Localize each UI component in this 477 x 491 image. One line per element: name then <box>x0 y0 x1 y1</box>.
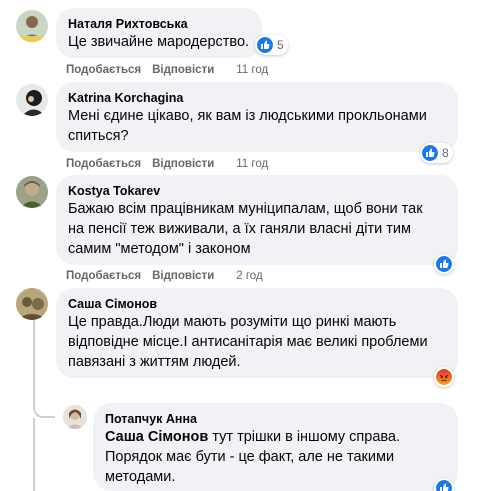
thread-line <box>33 320 35 386</box>
reply-button[interactable]: Відповісти <box>152 64 214 76</box>
comment-text: методами. <box>105 469 176 485</box>
like-button[interactable]: Подобається <box>66 64 141 76</box>
angry-icon <box>436 369 452 385</box>
reaction-summary[interactable] <box>434 478 454 491</box>
comment-text: Порядок має бути - це факт, але не таким… <box>105 449 395 465</box>
like-button[interactable]: Подобається <box>66 270 141 282</box>
timestamp[interactable]: 2 год <box>236 270 262 282</box>
reaction-summary[interactable]: 5 <box>255 35 288 55</box>
like-icon <box>257 37 273 53</box>
reaction-summary[interactable] <box>434 254 454 274</box>
timestamp[interactable]: 11 год <box>236 158 268 170</box>
avatar[interactable] <box>16 288 48 320</box>
comment-text: Це звичайне мародерство. <box>68 34 250 50</box>
thread-line <box>33 418 35 491</box>
comment-author[interactable]: Наталя Рихтовська <box>68 16 250 32</box>
comment-author[interactable]: Kostya Tokarev <box>68 183 446 199</box>
reaction-summary[interactable] <box>434 367 454 387</box>
comment-author[interactable]: Потапчук Анна <box>105 411 446 427</box>
comment-text: Бажаю всім працівникам муніципалам, щоб … <box>68 201 423 217</box>
avatar[interactable] <box>16 10 48 42</box>
avatar[interactable] <box>16 176 48 208</box>
avatar[interactable] <box>16 84 48 116</box>
comment-text: відповідне місце.І антисанітарія має вел… <box>68 334 428 350</box>
like-button[interactable]: Подобається <box>66 158 141 170</box>
reply-button[interactable]: Відповісти <box>152 270 214 282</box>
comment-bubble: Наталя Рихтовська Це звичайне мародерств… <box>56 8 262 58</box>
comment-text: самим "методом" і законом <box>68 241 251 257</box>
reaction-count: 8 <box>442 146 449 160</box>
comment-actions: Подобається Відповісти 11 год <box>66 63 268 77</box>
comment-text: Саша Сімонов тут трішки в іншому справа. <box>105 427 446 447</box>
comment-actions: Подобається Відповісти 11 год <box>66 157 268 171</box>
comment-bubble: Потапчук Анна Саша Сімонов тут трішки в … <box>93 403 458 491</box>
comment-actions: Подобається Відповісти 2 год <box>66 269 263 283</box>
comment-text: Мені єдине цікаво, як вам із людськими п… <box>68 108 427 124</box>
mention-link[interactable]: Саша Сімонов <box>105 429 208 445</box>
comment-bubble: Саша Сімонов Це правда.Люди мають розумі… <box>56 288 458 378</box>
like-icon <box>422 145 438 161</box>
comment-bubble: Kostya Tokarev Бажаю всім працівникам му… <box>56 175 458 265</box>
reply-connector <box>33 384 55 418</box>
reply-button[interactable]: Відповісти <box>152 158 214 170</box>
comment-text-rest: тут трішки в іншому справа. <box>208 429 401 445</box>
comment-text: спиться? <box>68 128 129 144</box>
comment-text: на пенсії теж виживали, а їх ганяли влас… <box>68 221 411 237</box>
timestamp[interactable]: 11 год <box>236 64 268 76</box>
comment-author[interactable]: Саша Сімонов <box>68 296 446 312</box>
reaction-summary[interactable]: 8 <box>420 143 453 163</box>
comment-author[interactable]: Katrina Korchagina <box>68 90 446 106</box>
comment-text: павязані з життям людей. <box>68 354 241 370</box>
like-icon <box>436 256 452 272</box>
avatar[interactable] <box>63 405 87 429</box>
comment-text: Це правда.Люди мають розуміти що ринкі м… <box>68 314 397 330</box>
like-icon <box>436 480 452 491</box>
comment-bubble: Katrina Korchagina Мені єдине цікаво, як… <box>56 82 458 152</box>
reaction-count: 5 <box>277 38 284 52</box>
